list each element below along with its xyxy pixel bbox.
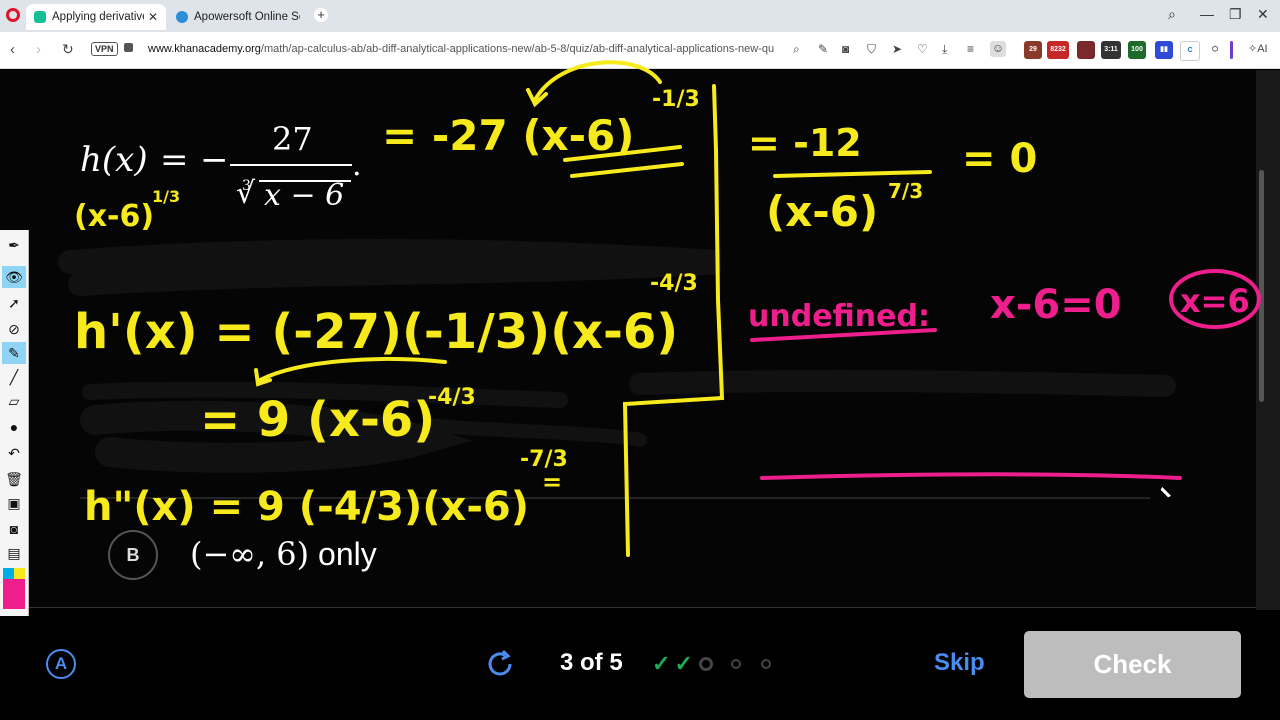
- problem-period: .: [352, 148, 362, 183]
- search-tabs-icon[interactable]: ⌕: [1168, 6, 1176, 23]
- problem-function: h(x): [80, 140, 148, 180]
- extension-badge-3[interactable]: 3:11: [1101, 41, 1121, 59]
- ai-button[interactable]: ✧AI: [1248, 42, 1268, 55]
- crosshair-icon[interactable]: ⊘: [2, 318, 26, 340]
- skip-button[interactable]: Skip: [934, 649, 985, 677]
- back-icon[interactable]: ‹: [10, 41, 15, 58]
- progress-check-icon: ✓: [674, 651, 693, 676]
- color-swatch-yellow[interactable]: [14, 568, 25, 579]
- address-bar: ‹ › ↻ VPN www.khanacademy.org/math/ap-ca…: [0, 32, 1280, 69]
- zoom-icon[interactable]: ⌕: [793, 42, 800, 57]
- problem-minus: −: [200, 140, 229, 180]
- progress-dot: [730, 659, 741, 669]
- color-swatch-cyan[interactable]: [3, 568, 14, 579]
- extension-c-icon[interactable]: C: [1180, 41, 1200, 61]
- problem-equals: =: [160, 140, 189, 180]
- progress-counter: 3 of 5: [560, 649, 623, 676]
- fraction-bar: [230, 164, 352, 166]
- tab-active[interactable]: Applying derivatives to ✕: [26, 4, 166, 30]
- extension-image-icon[interactable]: [1077, 41, 1095, 59]
- extension-divider: [1230, 41, 1233, 59]
- pen-icon[interactable]: ✒: [2, 234, 26, 256]
- scrollbar-thumb[interactable]: [1259, 170, 1264, 402]
- progress-dots: ✓ ✓: [652, 651, 771, 676]
- opera-logo-icon[interactable]: [6, 8, 20, 22]
- extension-badge-2[interactable]: 8232: [1047, 41, 1069, 59]
- extension-chart-icon[interactable]: ▮▮: [1155, 41, 1173, 59]
- tab-title: Applying derivatives to: [52, 11, 144, 23]
- shield-icon[interactable]: ⛉: [867, 42, 876, 57]
- reload-icon[interactable]: ↻: [62, 41, 74, 58]
- heart-icon[interactable]: ♡: [917, 42, 928, 56]
- tab-title: Apowersoft Online Screen: [194, 11, 300, 23]
- undo-icon[interactable]: ↶: [2, 442, 26, 464]
- check-button[interactable]: Check: [1024, 631, 1241, 698]
- camera-icon[interactable]: ◙: [2, 518, 26, 540]
- tab-bar: Applying derivatives to ✕ Apowersoft Onl…: [0, 0, 1280, 32]
- screen-icon[interactable]: ▣: [2, 492, 26, 514]
- tab-close-icon[interactable]: ✕: [148, 10, 158, 24]
- forward-icon[interactable]: ›: [36, 41, 41, 58]
- restore-icon[interactable]: ❐: [1229, 6, 1242, 23]
- extension-badge-1[interactable]: 29: [1024, 41, 1042, 59]
- lock-icon[interactable]: [124, 43, 133, 52]
- pen-toolbar: ✒ 👁 ➚ ⊘ ✎ ╱ ▱ ● ↶ 🗑 ▣ ◙ ▤: [0, 230, 29, 616]
- restart-icon[interactable]: [484, 648, 516, 680]
- color-swatch-pink[interactable]: [3, 579, 25, 609]
- profile-icon[interactable]: ☺: [990, 41, 1006, 57]
- trash-icon[interactable]: 🗑: [2, 468, 26, 490]
- dot-icon[interactable]: ●: [2, 416, 26, 438]
- eraser-icon[interactable]: ▱: [2, 390, 26, 412]
- problem-numerator: 27: [272, 120, 313, 158]
- extension-badge-4[interactable]: 100: [1128, 41, 1146, 59]
- khan-favicon-icon: [34, 11, 46, 23]
- vpn-badge[interactable]: VPN: [91, 42, 118, 56]
- close-window-icon[interactable]: ✕: [1257, 6, 1269, 23]
- menu-icon[interactable]: ≡: [967, 42, 974, 56]
- accessibility-icon[interactable]: A: [46, 649, 76, 679]
- problem-radical-sign: √: [236, 176, 256, 211]
- url-field[interactable]: www.khanacademy.org/math/ap-calculus-ab/…: [148, 43, 782, 55]
- progress-check-icon: ✓: [652, 651, 671, 676]
- edit-icon[interactable]: ✎: [818, 42, 828, 56]
- apowersoft-favicon-icon: [176, 11, 188, 23]
- progress-current-dot: [698, 657, 713, 671]
- problem-radicand: x − 6: [264, 178, 345, 213]
- marker-icon[interactable]: ✎: [2, 342, 26, 364]
- notes-icon[interactable]: ▤: [2, 542, 26, 564]
- snapshot-icon[interactable]: ◙: [842, 42, 849, 56]
- send-icon[interactable]: ➤: [892, 42, 902, 56]
- option-b-text[interactable]: (−∞, 6) only: [190, 535, 377, 573]
- line-icon[interactable]: ╱: [2, 366, 26, 388]
- pointer-icon[interactable]: ➚: [2, 292, 26, 314]
- extensions-cube-icon[interactable]: ⬡: [1206, 41, 1224, 59]
- new-tab-button[interactable]: +: [314, 8, 328, 22]
- progress-dot: [760, 659, 771, 669]
- option-b-circle[interactable]: B: [108, 530, 158, 580]
- eye-icon[interactable]: 👁: [2, 266, 26, 288]
- minimize-icon[interactable]: —: [1200, 6, 1214, 22]
- tab-inactive[interactable]: Apowersoft Online Screen: [168, 4, 308, 30]
- download-icon[interactable]: ⤓: [942, 42, 947, 57]
